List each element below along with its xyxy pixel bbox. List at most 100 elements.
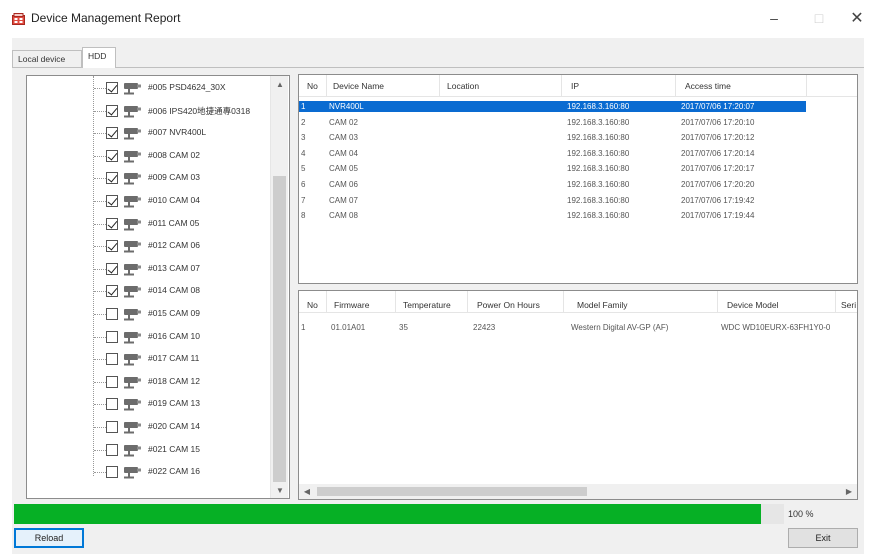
hdd-model-family: Western Digital AV-GP (AF) bbox=[571, 323, 669, 332]
tree-item-checkbox[interactable] bbox=[106, 353, 118, 366]
tab-local-device[interactable]: Local device bbox=[12, 50, 82, 68]
device-row[interactable]: 1 NVR400L 192.168.3.160:80 2017/07/06 17:20… bbox=[299, 101, 857, 112]
column-header[interactable]: No bbox=[307, 81, 318, 91]
tree-item-checkbox[interactable] bbox=[106, 285, 118, 298]
device-ip: 192.168.3.160:80 bbox=[567, 148, 630, 158]
progress-fill bbox=[14, 504, 761, 524]
tree-item[interactable]: #009 CAM 03 bbox=[27, 168, 273, 190]
tree-item-checkbox[interactable] bbox=[106, 127, 118, 140]
tree-item-label: #014 CAM 08 bbox=[148, 285, 200, 296]
device-access-time: 2017/07/06 17:20:10 bbox=[681, 117, 755, 127]
scroll-right-icon[interactable]: ▶ bbox=[841, 484, 857, 499]
device-list-grid[interactable]: No Device Name Location IP Access time 1… bbox=[298, 74, 858, 284]
hdd-info-grid[interactable]: No Firmware Temperature Power On Hours M… bbox=[298, 290, 858, 500]
tree-item[interactable]: #006 IPS420地捷通專0318 bbox=[27, 101, 273, 123]
tree-connector bbox=[94, 88, 106, 89]
exit-button[interactable]: Exit bbox=[788, 528, 858, 548]
tree-item-label: #007 NVR400L bbox=[148, 127, 207, 138]
device-row[interactable]: 5 CAM 05 192.168.3.160:80 2017/07/06 17:20:… bbox=[299, 163, 857, 174]
tree-item-checkbox[interactable] bbox=[106, 262, 118, 275]
tree-item[interactable]: #018 CAM 12 bbox=[27, 372, 273, 394]
tree-item-label: #009 CAM 03 bbox=[148, 172, 200, 183]
tree-item-checkbox[interactable] bbox=[106, 149, 118, 162]
device-row[interactable]: 3 CAM 03 192.168.3.160:80 2017/07/06 17:20:… bbox=[299, 132, 857, 143]
scroll-down-icon[interactable]: ▼ bbox=[271, 482, 289, 498]
column-header[interactable]: Firmware bbox=[334, 300, 369, 310]
scroll-up-icon[interactable]: ▲ bbox=[271, 76, 289, 92]
reload-button[interactable]: Reload bbox=[14, 528, 84, 548]
maximize-button[interactable]: □ bbox=[804, 6, 834, 30]
tree-item-checkbox[interactable] bbox=[106, 421, 118, 433]
tree-item[interactable]: #022 CAM 16 bbox=[27, 462, 273, 484]
scrollbar-thumb[interactable] bbox=[273, 176, 286, 482]
tree-item-checkbox[interactable] bbox=[106, 466, 118, 479]
column-header[interactable]: Device Name bbox=[333, 81, 384, 91]
tree-item-label: #022 CAM 16 bbox=[148, 466, 200, 477]
tree-connector bbox=[94, 336, 106, 338]
device-row[interactable]: 8 CAM 08 192.168.3.160:80 2017/07/06 17:19:… bbox=[299, 210, 857, 221]
tree-item[interactable]: #021 CAM 15 bbox=[27, 440, 273, 462]
hdd-firmware: 01.01A01 bbox=[331, 323, 366, 332]
scroll-left-icon[interactable]: ◀ bbox=[299, 484, 315, 499]
device-row[interactable]: 2 CAM 02 192.168.3.160:80 2017/07/06 17:20:… bbox=[299, 117, 857, 128]
close-button[interactable]: ✕ bbox=[842, 6, 872, 30]
device-no: 1 bbox=[301, 102, 306, 111]
tree-item-checkbox[interactable] bbox=[106, 172, 118, 185]
tree-item[interactable]: #007 NVR400L bbox=[27, 123, 273, 145]
tree-item-checkbox[interactable] bbox=[106, 375, 118, 388]
tree-item-label: #010 CAM 04 bbox=[148, 195, 200, 205]
device-row[interactable]: 4 CAM 04 192.168.3.160:80 2017/07/06 17:20:… bbox=[299, 148, 857, 159]
column-header[interactable]: No bbox=[307, 300, 318, 310]
hdd-horizontal-scrollbar[interactable]: ◀ ▶ bbox=[299, 484, 857, 499]
column-header[interactable]: Model Family bbox=[577, 300, 628, 310]
scrollbar-thumb[interactable] bbox=[317, 487, 587, 496]
tree-item-checkbox[interactable] bbox=[106, 195, 118, 207]
tree-connector bbox=[94, 133, 106, 135]
device-row[interactable]: 7 CAM 07 192.168.3.160:80 2017/07/06 17:19:… bbox=[299, 195, 857, 206]
column-header[interactable]: IP bbox=[571, 81, 579, 91]
tree-item[interactable]: #014 CAM 08 bbox=[27, 281, 273, 303]
column-header[interactable]: Access time bbox=[685, 81, 731, 91]
camera-icon bbox=[122, 218, 142, 231]
tree-connector bbox=[94, 155, 106, 157]
progress-percent: 100 % bbox=[788, 509, 814, 519]
column-header[interactable]: Device Model bbox=[727, 300, 779, 310]
tree-item[interactable]: #011 CAM 05 bbox=[27, 214, 273, 236]
tree-item[interactable]: #015 CAM 09 bbox=[27, 304, 273, 326]
column-header[interactable]: Seri bbox=[841, 300, 856, 310]
device-no: 3 bbox=[301, 133, 306, 143]
tree-item[interactable]: #020 CAM 14 bbox=[27, 417, 273, 439]
device-no: 5 bbox=[301, 164, 306, 174]
tree-item[interactable]: #017 CAM 11 bbox=[27, 349, 273, 371]
device-tree[interactable]: #005 PSD4624_30X #006 IPS420地捷通專0318 #007 … bbox=[26, 75, 290, 499]
minimize-button[interactable]: – bbox=[759, 6, 789, 30]
tree-item-checkbox[interactable] bbox=[106, 82, 118, 94]
column-header[interactable]: Location bbox=[447, 81, 479, 91]
device-name: CAM 03 bbox=[329, 133, 358, 143]
camera-icon bbox=[122, 240, 142, 253]
column-header[interactable]: Power On Hours bbox=[477, 300, 540, 310]
tree-item-checkbox[interactable] bbox=[106, 398, 118, 411]
tree-item-checkbox[interactable] bbox=[106, 330, 118, 343]
tree-item[interactable]: #005 PSD4624_30X bbox=[27, 78, 273, 100]
tree-item-checkbox[interactable] bbox=[106, 104, 118, 117]
tree-item[interactable]: #012 CAM 06 bbox=[27, 236, 273, 258]
tree-item[interactable]: #019 CAM 13 bbox=[27, 394, 273, 416]
device-ip: 192.168.3.160:80 bbox=[567, 195, 630, 205]
column-header[interactable]: Temperature bbox=[403, 300, 451, 310]
tree-item-label: #011 CAM 05 bbox=[148, 217, 200, 228]
tree-item-checkbox[interactable] bbox=[106, 217, 118, 230]
tree-item[interactable]: #016 CAM 10 bbox=[27, 327, 273, 349]
tree-item[interactable]: #008 CAM 02 bbox=[27, 146, 273, 168]
tree-item-checkbox[interactable] bbox=[106, 240, 118, 253]
tree-scrollbar[interactable]: ▲ ▼ bbox=[270, 76, 288, 498]
device-name: CAM 04 bbox=[329, 148, 358, 158]
tree-item[interactable]: #010 CAM 04 bbox=[27, 191, 273, 213]
device-row[interactable]: 6 CAM 06 192.168.3.160:80 2017/07/06 17:20:… bbox=[299, 179, 857, 190]
tree-connector bbox=[94, 201, 106, 202]
tab-hdd[interactable]: HDD bbox=[82, 47, 116, 68]
tree-item[interactable]: #013 CAM 07 bbox=[27, 259, 273, 281]
hdd-row[interactable]: 1 01.01A01 35 22423 Western Digital AV-GP (A… bbox=[299, 322, 857, 333]
tree-item-checkbox[interactable] bbox=[106, 443, 118, 456]
tree-item-checkbox[interactable] bbox=[106, 308, 118, 320]
